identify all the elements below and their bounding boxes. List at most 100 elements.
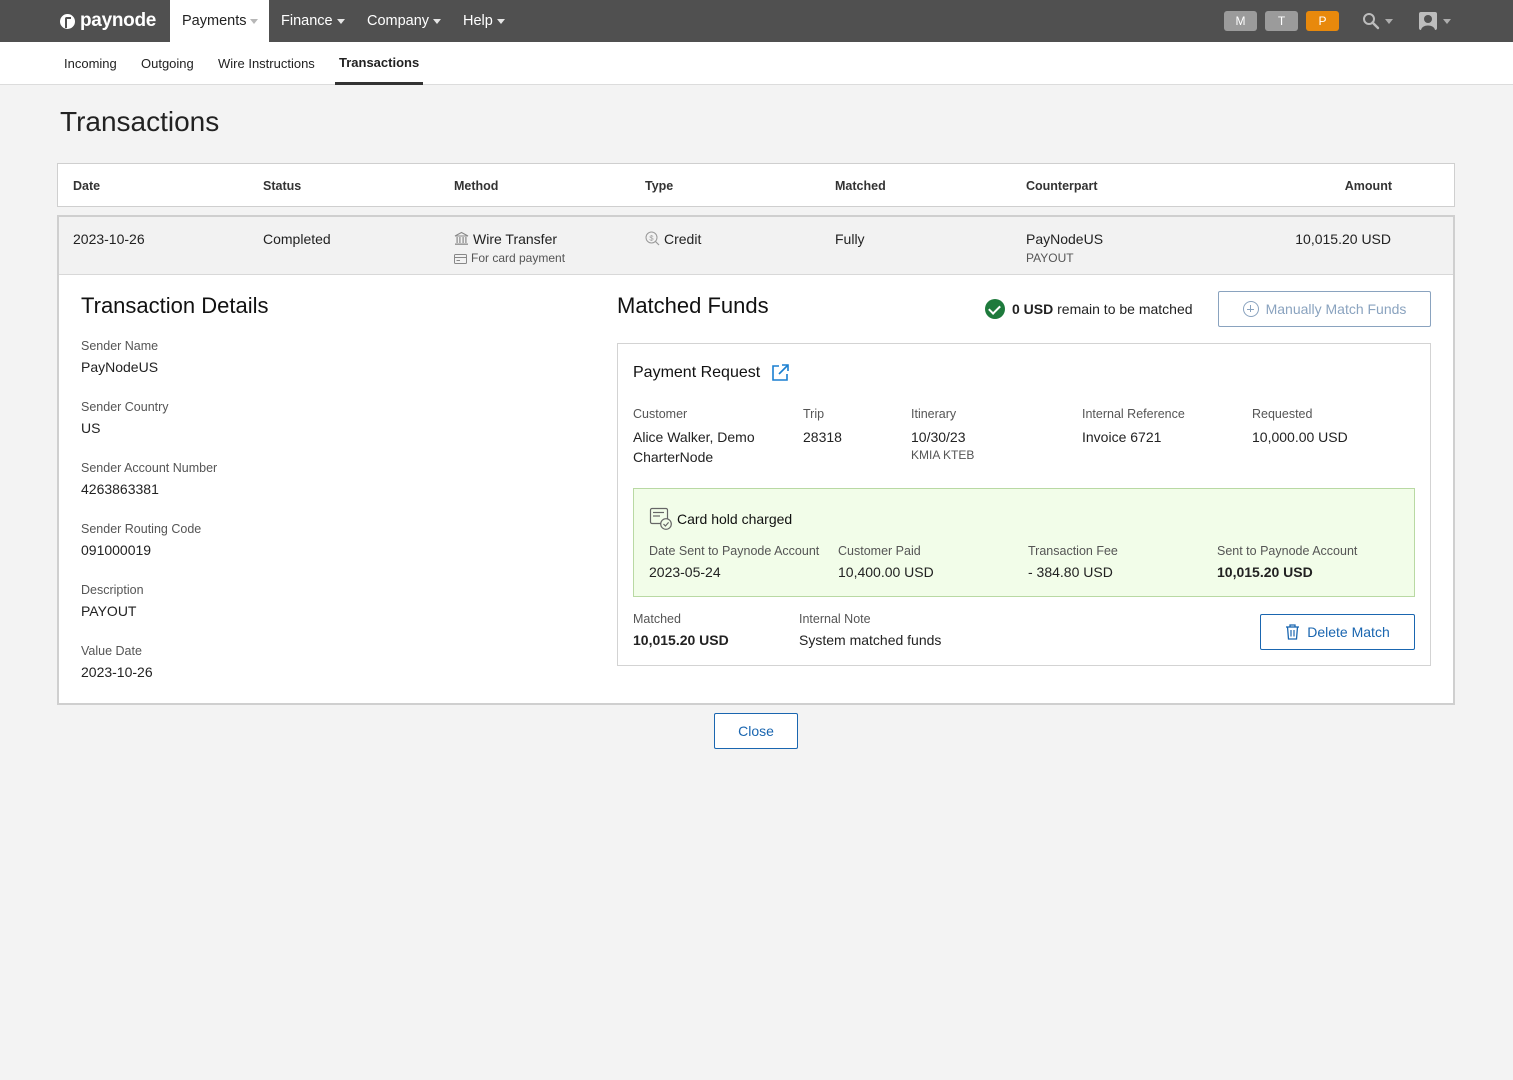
nav-help[interactable]: Help (451, 0, 517, 42)
nav-company-label: Company (367, 13, 430, 29)
column-header-method[interactable]: Method (454, 179, 498, 193)
user-menu[interactable] (1418, 11, 1451, 31)
expanded-transaction: 2023-10-26 Completed Wire Transfer For c… (57, 215, 1455, 705)
matched-funds-title: Matched Funds (617, 293, 769, 318)
workspace-pill-p[interactable]: P (1306, 11, 1339, 31)
top-navigation-bar: paynode Payments Finance Company Help M … (0, 0, 1513, 42)
sender-routing-code-label: Sender Routing Code (81, 522, 202, 536)
tab-wire-instructions[interactable]: Wire Instructions (214, 42, 319, 85)
table-row[interactable]: 2023-10-26 Completed Wire Transfer For c… (59, 217, 1453, 275)
requested-label: Requested (1252, 407, 1313, 421)
search-icon (1363, 13, 1380, 30)
payment-request-title: Payment Request (633, 364, 761, 381)
payment-request-heading: Payment Request (633, 363, 790, 383)
internal-note-value: System matched funds (799, 632, 942, 648)
chevron-down-icon (336, 18, 345, 24)
trip-label: Trip (803, 407, 825, 421)
sender-country-label: Sender Country (81, 400, 169, 414)
chevron-down-icon (250, 18, 259, 24)
column-header-amount[interactable]: Amount (1345, 179, 1392, 193)
svg-text:$: $ (649, 233, 654, 242)
transaction-fee-label: Transaction Fee (1028, 544, 1118, 558)
internal-reference-label: Internal Reference (1082, 407, 1185, 421)
paynode-logo[interactable]: paynode (60, 10, 156, 32)
requested-value: 10,000.00 USD (1252, 429, 1348, 445)
chevron-down-icon (433, 18, 442, 24)
table-header: Date Status Method Type Matched Counterp… (57, 163, 1455, 207)
transaction-details-title: Transaction Details (81, 293, 269, 318)
sender-account-number-label: Sender Account Number (81, 461, 218, 475)
check-circle-icon (985, 299, 1005, 319)
column-header-matched[interactable]: Matched (835, 179, 886, 193)
tab-outgoing[interactable]: Outgoing (137, 42, 198, 85)
card-charged-icon (649, 507, 672, 530)
nav-finance-label: Finance (281, 13, 333, 29)
sender-routing-code-value: 091000019 (81, 542, 152, 558)
plus-circle-icon (1242, 301, 1259, 317)
cell-counterpart-sub: PAYOUT (1026, 251, 1074, 265)
workspace-pill-m-label: M (1235, 14, 1246, 28)
close-button[interactable]: Close (714, 713, 798, 749)
cell-matched: Fully (835, 231, 865, 247)
date-sent-value: 2023-05-24 (649, 564, 721, 580)
workspace-pill-t[interactable]: T (1265, 11, 1298, 31)
chevron-down-icon (1443, 18, 1451, 24)
chevron-down-icon (496, 18, 505, 24)
sender-country-value: US (81, 420, 101, 436)
value-date-value: 2023-10-26 (81, 664, 153, 680)
cell-date: 2023-10-26 (73, 231, 145, 247)
nav-finance[interactable]: Finance (269, 0, 357, 42)
column-header-status[interactable]: Status (263, 179, 301, 193)
paynode-logo-icon (60, 13, 75, 29)
manually-match-funds-button[interactable]: Manually Match Funds (1218, 291, 1431, 327)
delete-match-button[interactable]: Delete Match (1260, 614, 1415, 650)
delete-match-label: Delete Match (1307, 624, 1390, 640)
sender-account-number-value: 4263863381 (81, 481, 159, 497)
search-menu[interactable] (1362, 11, 1393, 31)
tab-wire-instructions-label: Wire Instructions (218, 56, 315, 71)
customer-label: Customer (633, 407, 688, 421)
close-button-label: Close (738, 723, 774, 739)
tab-outgoing-label: Outgoing (141, 56, 194, 71)
column-header-type[interactable]: Type (645, 179, 673, 193)
trash-icon (1286, 624, 1300, 640)
description-label: Description (81, 583, 144, 597)
customer-value: Alice Walker, Demo CharterNode (633, 427, 755, 467)
matched-label: Matched (633, 612, 681, 626)
column-header-date[interactable]: Date (73, 179, 100, 193)
sent-to-account-label: Sent to Paynode Account (1217, 544, 1358, 558)
internal-reference-value: Invoice 6721 (1082, 429, 1162, 445)
trip-value: 28318 (803, 429, 842, 445)
tab-incoming[interactable]: Incoming (60, 42, 121, 85)
tab-incoming-label: Incoming (64, 56, 117, 71)
bank-icon (454, 231, 469, 245)
sender-name-value: PayNodeUS (81, 359, 159, 375)
customer-paid-label: Customer Paid (838, 544, 921, 558)
cell-status: Completed (263, 231, 331, 247)
nav-company[interactable]: Company (355, 0, 453, 42)
workspace-pill-p-label: P (1318, 14, 1327, 28)
value-date-label: Value Date (81, 644, 142, 658)
cell-amount: 10,015.20 USD (1295, 231, 1391, 247)
nav-payments-label: Payments (182, 13, 247, 29)
chevron-down-icon (1385, 18, 1393, 24)
card-hold-panel: Card hold charged Date Sent to Paynode A… (633, 488, 1415, 597)
itinerary-label: Itinerary (911, 407, 957, 421)
cell-method-text: Wire Transfer (473, 231, 558, 247)
cell-type: $ Credit (645, 231, 701, 247)
customer-company: CharterNode (633, 449, 714, 465)
nav-payments[interactable]: Payments (170, 0, 269, 42)
nav-help-label: Help (463, 13, 493, 29)
remaining-to-match: 0 USD remain to be matched (985, 299, 1193, 319)
tab-transactions[interactable]: Transactions (335, 42, 424, 85)
external-link-icon[interactable] (770, 363, 790, 383)
payment-request-card: Payment Request Customer Alice Walker, D… (617, 343, 1431, 666)
column-header-counterpart[interactable]: Counterpart (1026, 179, 1098, 193)
sent-to-account-value: 10,015.20 USD (1217, 564, 1313, 580)
cell-method-sub: For card payment (454, 251, 565, 265)
credit-icon: $ (645, 231, 660, 246)
workspace-pill-m[interactable]: M (1224, 11, 1257, 31)
sender-name-label: Sender Name (81, 339, 159, 353)
sub-navigation: Incoming Outgoing Wire Instructions Tran… (0, 42, 1513, 85)
cell-type-text: Credit (664, 231, 702, 247)
